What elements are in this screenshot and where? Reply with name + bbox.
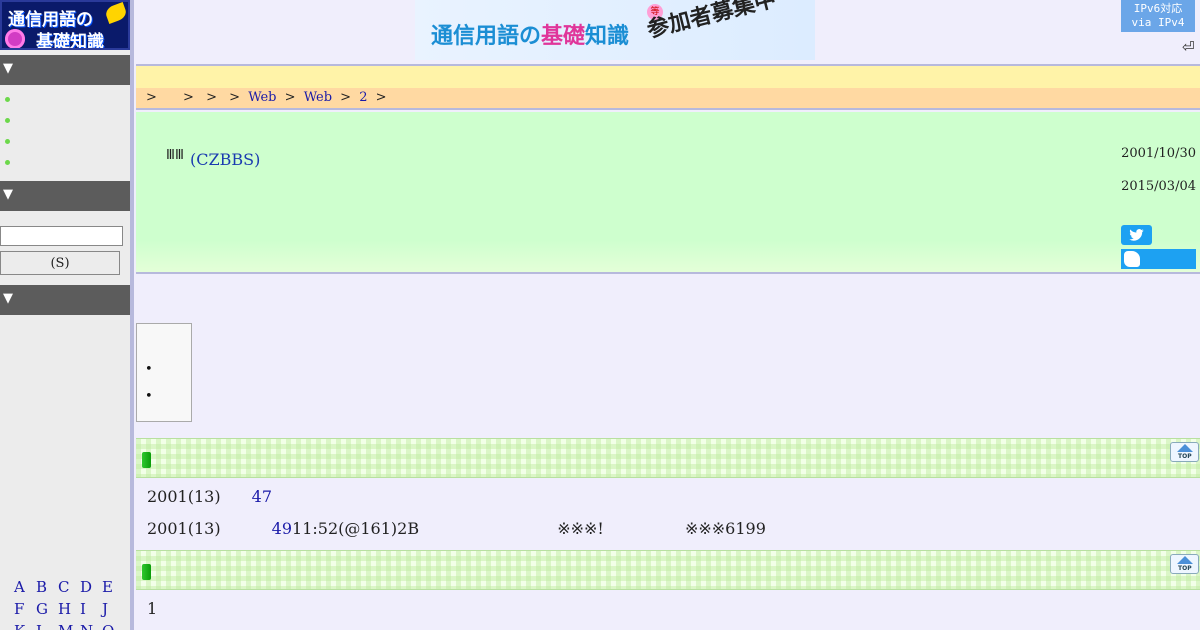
breadcrumb-sep: > (229, 90, 241, 105)
ipv6-line1: IPv6対応 (1133, 2, 1183, 15)
sidebar: 通信用語の 基礎知識 ▼ ▼ (S) ▼ ABCDE FGHIJ KLMNO (0, 0, 134, 630)
breadcrumb-sep: > (146, 90, 157, 105)
back-to-top-button[interactable]: TOP (1170, 442, 1199, 462)
sidebar-section-menu[interactable]: ▼ (0, 55, 130, 85)
banner-cta: 参加者募集中 (644, 0, 779, 44)
entry-title: (CZBBS) (190, 150, 261, 169)
banner-title: 通信用語の基礎知識 (431, 18, 629, 50)
section-text: 1 (147, 599, 158, 618)
toc-item[interactable] (145, 389, 153, 404)
alpha-link[interactable]: K (14, 620, 36, 630)
twitter-bird-icon (1129, 229, 1144, 241)
triangle-down-icon: ▼ (3, 291, 13, 306)
alpha-link[interactable]: L (36, 620, 58, 630)
mastodon-share-button[interactable] (1121, 249, 1196, 269)
date-created: 2001/10/30 (1121, 146, 1196, 161)
banner-title-part: 基礎 (541, 24, 586, 49)
breadcrumb-link[interactable]: Web (304, 90, 332, 105)
alpha-link[interactable]: A (14, 576, 36, 598)
entry-icon: ⅢⅢ (166, 148, 184, 163)
toc-item[interactable] (145, 362, 153, 377)
search-input[interactable] (0, 226, 123, 246)
sidebar-section-search[interactable]: ▼ (0, 181, 130, 211)
back-to-top-button[interactable]: TOP (1170, 554, 1199, 574)
breadcrumb-sep: > (206, 90, 217, 105)
ipv6-line2: via IPv4 (1131, 16, 1185, 29)
banner-title-part: 通信用語の (431, 24, 542, 49)
sidebar-section-index[interactable]: ▼ (0, 285, 130, 315)
history-note: ※※※6199 (684, 519, 766, 538)
alpha-link[interactable]: M (58, 620, 80, 630)
top-label: TOP (1178, 453, 1192, 460)
breadcrumb-sep: > (340, 90, 352, 105)
history-note: ※※※! (557, 519, 604, 538)
leaf-icon (103, 2, 128, 24)
triangle-down-icon: ▼ (3, 187, 13, 202)
alpha-link[interactable]: H (58, 598, 80, 620)
alpha-link[interactable]: F (14, 598, 36, 620)
breadcrumb-sep: > (375, 90, 387, 105)
sidebar-bullet (5, 118, 10, 123)
arrow-up-icon (1177, 556, 1193, 564)
section-marker-icon (142, 564, 151, 580)
history-line: 2001(13) 4911:52(@161)2B ※※※! ※※※6199 (147, 519, 766, 538)
alpha-link[interactable]: D (80, 576, 102, 598)
sidebar-bullet (5, 160, 10, 165)
arrow-up-icon (1177, 444, 1193, 452)
date-updated: 2015/03/04 (1121, 179, 1196, 194)
logo-line2: 基礎知識 (36, 32, 104, 50)
breadcrumb-link[interactable]: Web (248, 90, 276, 105)
sidebar-bullet (5, 139, 10, 144)
alpha-link[interactable]: C (58, 576, 80, 598)
breadcrumb-sep: > (284, 90, 296, 105)
triangle-down-icon: ▼ (3, 61, 13, 76)
section-marker-icon (142, 452, 151, 468)
alpha-link[interactable]: O (102, 620, 124, 630)
top-label: TOP (1178, 565, 1192, 572)
banner-title-part: 知識 (585, 24, 630, 49)
alphabet-index: ABCDE FGHIJ KLMNO (14, 576, 124, 630)
recruit-banner[interactable]: 通信用語の基礎知識 等 参加者募集中 (415, 0, 815, 60)
return-icon[interactable]: ⏎ (1182, 38, 1195, 56)
search-button[interactable]: (S) (0, 251, 120, 275)
alpha-link[interactable]: J (102, 598, 124, 620)
twitter-share-button[interactable] (1121, 225, 1152, 245)
history-link[interactable]: 49 (272, 519, 292, 538)
history-link[interactable]: 47 (252, 487, 272, 506)
history-date: 2001(13) (147, 487, 221, 506)
alpha-link[interactable]: G (36, 598, 58, 620)
section-heading: TOP (136, 438, 1200, 478)
alpha-link[interactable]: I (80, 598, 102, 620)
flower-icon (5, 29, 25, 48)
site-logo[interactable]: 通信用語の 基礎知識 (0, 0, 130, 50)
breadcrumb: > > > > Web > Web > 2 > (136, 88, 1200, 110)
sidebar-bullet (5, 97, 10, 102)
alpha-link[interactable]: E (102, 576, 124, 598)
alpha-link[interactable]: B (36, 576, 58, 598)
alpha-link[interactable]: N (80, 620, 102, 630)
entry-header: ⅢⅢ (CZBBS) 2001/10/30 2015/03/04 (136, 112, 1200, 274)
history-date: 2001(13) (147, 519, 221, 538)
ipv6-badge[interactable]: IPv6対応 via IPv4 (1121, 0, 1195, 32)
breadcrumb-link[interactable]: 2 (359, 90, 367, 105)
mastodon-icon (1124, 251, 1140, 267)
history-line: 2001(13) 47 (147, 487, 272, 506)
header-bar (136, 64, 1200, 88)
table-of-contents (136, 323, 192, 422)
history-detail: 11:52(@161)2B (292, 519, 420, 538)
section-heading: TOP (136, 550, 1200, 590)
breadcrumb-sep: > (183, 90, 194, 105)
